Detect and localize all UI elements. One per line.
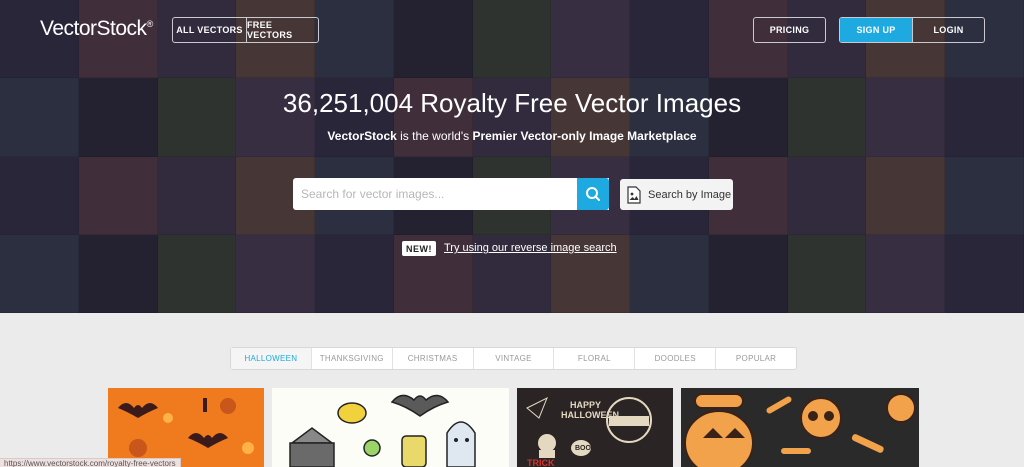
badge-boo-text: BOO — [575, 445, 591, 452]
badge-happy-text: HAPPY — [570, 400, 602, 410]
vector-filter-nav: ALL VECTORS FREE VECTORS — [172, 17, 319, 43]
hero-subtitle: VectorStock is the world's Premier Vecto… — [327, 129, 697, 143]
doodle-illustration — [289, 394, 476, 467]
bat-pattern-illustration — [118, 398, 254, 457]
category-tabs: HALLOWEEN THANKSGIVING CHRISTMAS VINTAGE… — [230, 347, 797, 370]
tab-vintage[interactable]: VINTAGE — [474, 348, 555, 369]
thumbnail-happy-halloween-badges[interactable]: HAPPY HALLOWEEN TRICK BOO — [517, 388, 673, 467]
all-vectors-button[interactable]: ALL VECTORS — [173, 18, 246, 42]
thumbnail-skulls-pumpkins[interactable] — [681, 388, 919, 467]
thumbnail-halloween-pattern[interactable] — [108, 388, 264, 467]
image-upload-icon — [627, 185, 641, 204]
browser-status-bar: https://www.vectorstock.com/royalty-free… — [0, 458, 181, 467]
hero-section: VectorStock® ALL VECTORS FREE VECTORS PR… — [0, 0, 1024, 313]
tab-floral[interactable]: FLORAL — [554, 348, 636, 369]
tab-halloween[interactable]: HALLOWEEN — [231, 348, 312, 369]
pricing-button[interactable]: PRICING — [754, 18, 825, 42]
free-vectors-button[interactable]: FREE VECTORS — [245, 18, 318, 42]
badge-halloween-text: HALLOWEEN — [561, 410, 619, 420]
search-button[interactable] — [577, 178, 609, 210]
skull-pumpkin-illustration — [684, 393, 916, 467]
hero-overlay — [0, 0, 1024, 313]
badge-trick-text: TRICK — [527, 458, 555, 467]
new-badge: NEW! — [402, 241, 436, 256]
hero-title: 36,251,004 Royalty Free Vector Images — [282, 88, 742, 118]
account-nav: SIGN UP LOGIN — [839, 17, 985, 43]
search-icon — [586, 187, 600, 201]
reverse-image-search-link[interactable]: Try using our reverse image search — [444, 242, 617, 254]
tab-thanksgiving[interactable]: THANKSGIVING — [312, 348, 393, 369]
login-button[interactable]: LOGIN — [912, 18, 984, 42]
tab-popular[interactable]: POPULAR — [716, 348, 796, 369]
sign-up-button[interactable]: SIGN UP — [840, 18, 912, 42]
tab-christmas[interactable]: CHRISTMAS — [393, 348, 474, 369]
tab-doodles[interactable]: DOODLES — [635, 348, 717, 369]
site-logo[interactable]: VectorStock® — [40, 17, 153, 41]
search-by-image-button[interactable]: Search by Image — [620, 179, 733, 210]
pricing-nav: PRICING — [753, 17, 826, 43]
thumbnail-halloween-doodles[interactable] — [272, 388, 509, 467]
search-input[interactable]: Search for vector images... — [293, 178, 609, 210]
